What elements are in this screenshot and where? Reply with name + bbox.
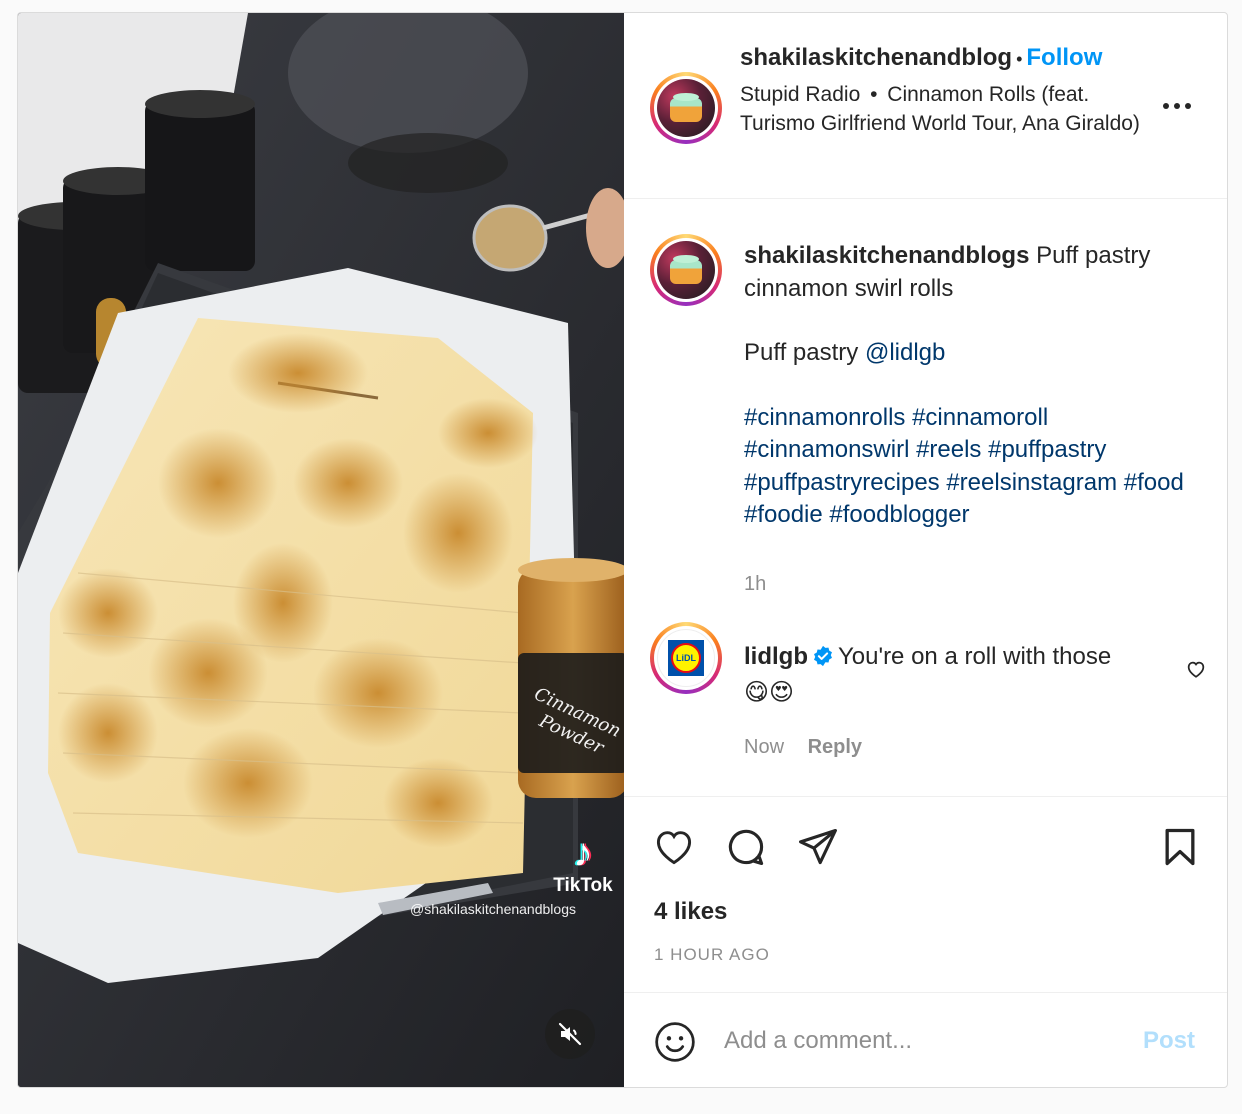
heart-outline-icon	[1187, 661, 1205, 678]
video-frame: Cinnamon Powder	[18, 13, 624, 1087]
author-avatar[interactable]	[650, 72, 722, 144]
heart-icon	[656, 831, 692, 865]
author-username[interactable]: shakilaskitchenandblog	[740, 44, 1012, 71]
comment-bubble-icon	[728, 829, 764, 866]
comment-button[interactable]	[724, 825, 768, 874]
commenter-avatar[interactable]: LiDL	[650, 622, 722, 694]
instagram-post: Cinnamon Powder ♪ TikTok @shakilaskitche…	[17, 12, 1228, 1088]
lidl-logo-text: LiDL	[671, 643, 701, 673]
caption-hashtags[interactable]: #cinnamonrolls #cinnamoroll #cinnamonswi…	[744, 402, 1194, 532]
smiley-face-icon	[655, 1022, 695, 1062]
post-header: shakilaskitchenandblog • Follow Stupid Rad…	[624, 13, 1227, 199]
audio-artist[interactable]: Stupid Radio	[740, 83, 860, 106]
save-button[interactable]	[1158, 825, 1202, 874]
more-horizontal-icon	[1163, 103, 1191, 109]
tiktok-handle: @shakilaskitchenandblogs	[410, 901, 576, 917]
audio-attribution[interactable]: Stupid Radio • Cinnamon Rolls (feat. Tur…	[740, 80, 1140, 138]
mute-toggle-button[interactable]	[545, 1009, 595, 1059]
comments-section: shakilaskitchenandblogs Puff pastry cinn…	[624, 200, 1227, 796]
commenter-username[interactable]: lidlgb	[744, 643, 808, 670]
comment-text: You're on a roll with those	[837, 643, 1112, 670]
likes-count[interactable]: 4 likes	[654, 898, 727, 926]
post-caption: shakilaskitchenandblogs Puff pastry cinn…	[744, 240, 1194, 564]
audio-separator: •	[870, 83, 878, 106]
share-button[interactable]	[796, 825, 840, 874]
verified-badge-icon	[812, 644, 834, 677]
like-comment-button[interactable]	[1185, 658, 1207, 685]
reply-button[interactable]: Reply	[808, 736, 862, 758]
comment-emojis: 😋😍	[744, 678, 795, 706]
caption-timestamp[interactable]: 1h	[744, 573, 766, 596]
caption-mention-link[interactable]: @lidlgb	[865, 339, 945, 366]
post-video[interactable]: Cinnamon Powder ♪ TikTok @shakilaskitche…	[18, 13, 624, 1087]
follow-button[interactable]: Follow	[1026, 44, 1102, 71]
tiktok-watermark: ♪ TikTok	[543, 833, 623, 897]
post-side-panel: shakilaskitchenandblog • Follow Stupid Rad…	[624, 13, 1227, 1087]
caption-username[interactable]: shakilaskitchenandblogs	[744, 242, 1029, 269]
emoji-picker-button[interactable]	[653, 1020, 697, 1069]
post-comment-button[interactable]: Post	[1143, 1027, 1195, 1055]
comment-item: lidlgb You're on a roll with those 😋😍	[744, 641, 1164, 709]
caption-author-avatar[interactable]	[650, 234, 722, 306]
tiktok-logo-icon: ♪	[573, 831, 593, 875]
like-button[interactable]	[652, 825, 696, 874]
lidl-logo: LiDL	[657, 629, 715, 687]
post-actions: 4 likes 1 HOUR AGO	[624, 796, 1227, 992]
bookmark-icon	[1165, 828, 1195, 866]
more-options-button[interactable]	[1160, 89, 1194, 123]
post-timestamp: 1 HOUR AGO	[654, 945, 770, 964]
paper-plane-icon	[799, 828, 837, 865]
tiktok-label: TikTok	[553, 875, 613, 896]
header-separator: •	[1016, 49, 1023, 69]
speaker-muted-icon	[558, 1022, 582, 1046]
comment-composer: Post	[624, 992, 1227, 1087]
header-text: shakilaskitchenandblog • Follow Stupid Rad…	[740, 44, 1140, 138]
caption-line2: Puff pastry	[744, 339, 859, 366]
comment-input[interactable]	[724, 1021, 1124, 1061]
comment-meta: Now Reply	[744, 736, 862, 759]
comment-timestamp: Now	[744, 736, 785, 758]
